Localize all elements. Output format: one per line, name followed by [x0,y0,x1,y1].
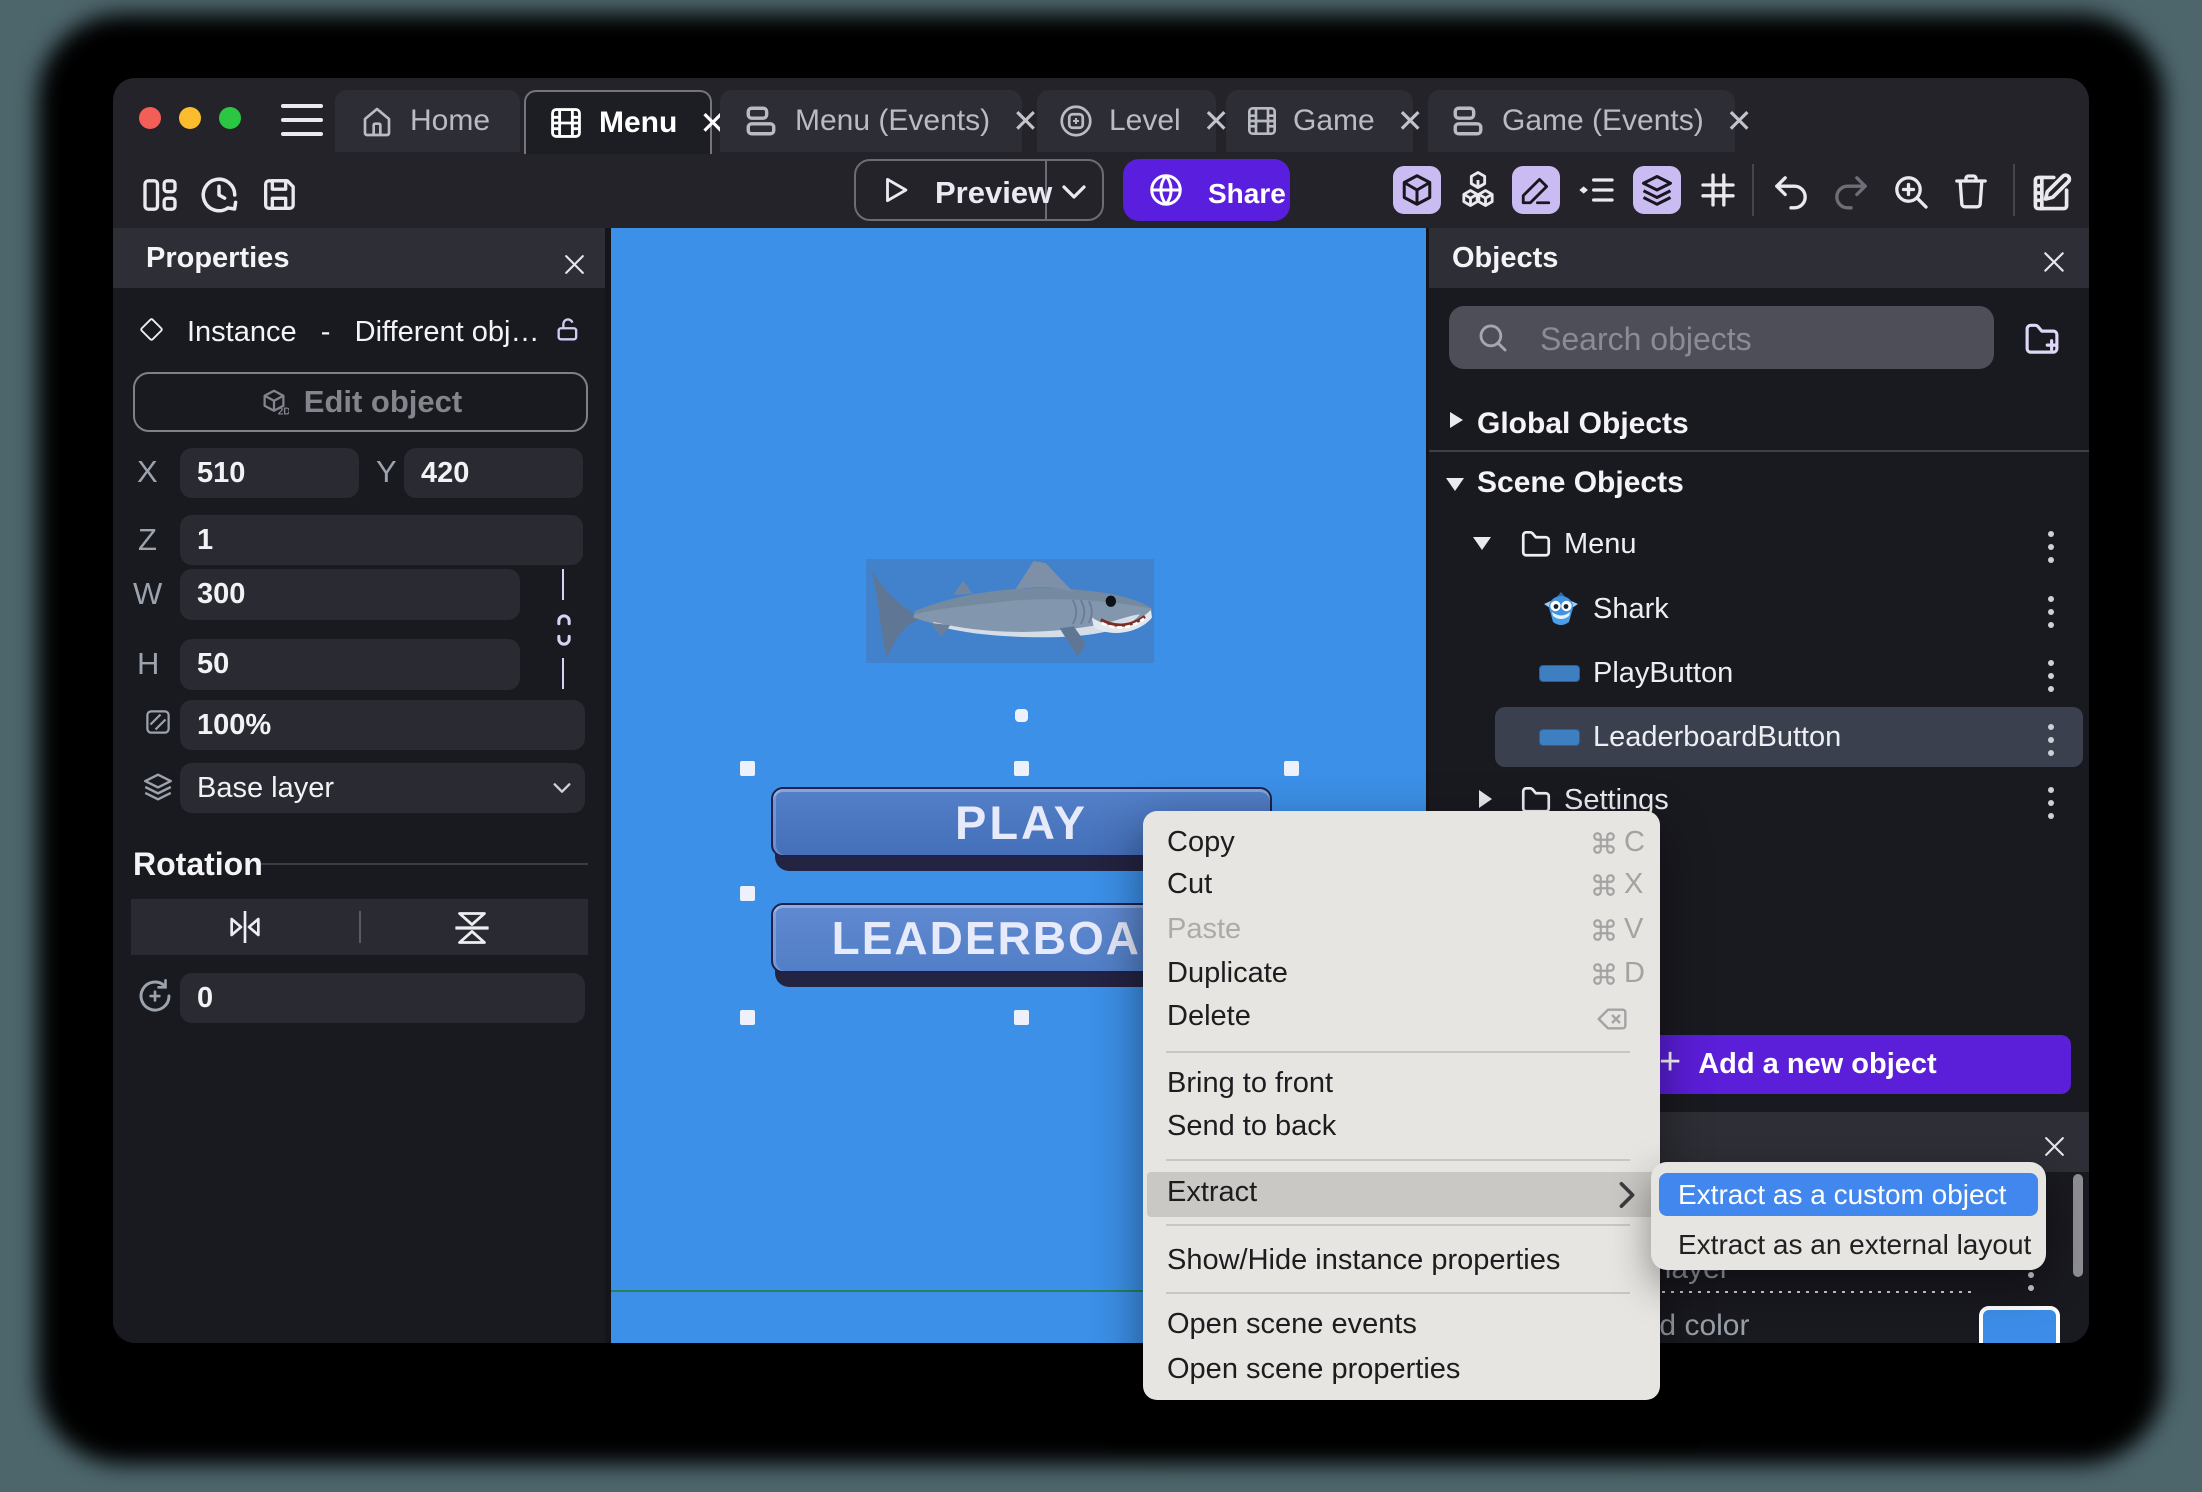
svg-text:2D: 2D [278,407,289,418]
